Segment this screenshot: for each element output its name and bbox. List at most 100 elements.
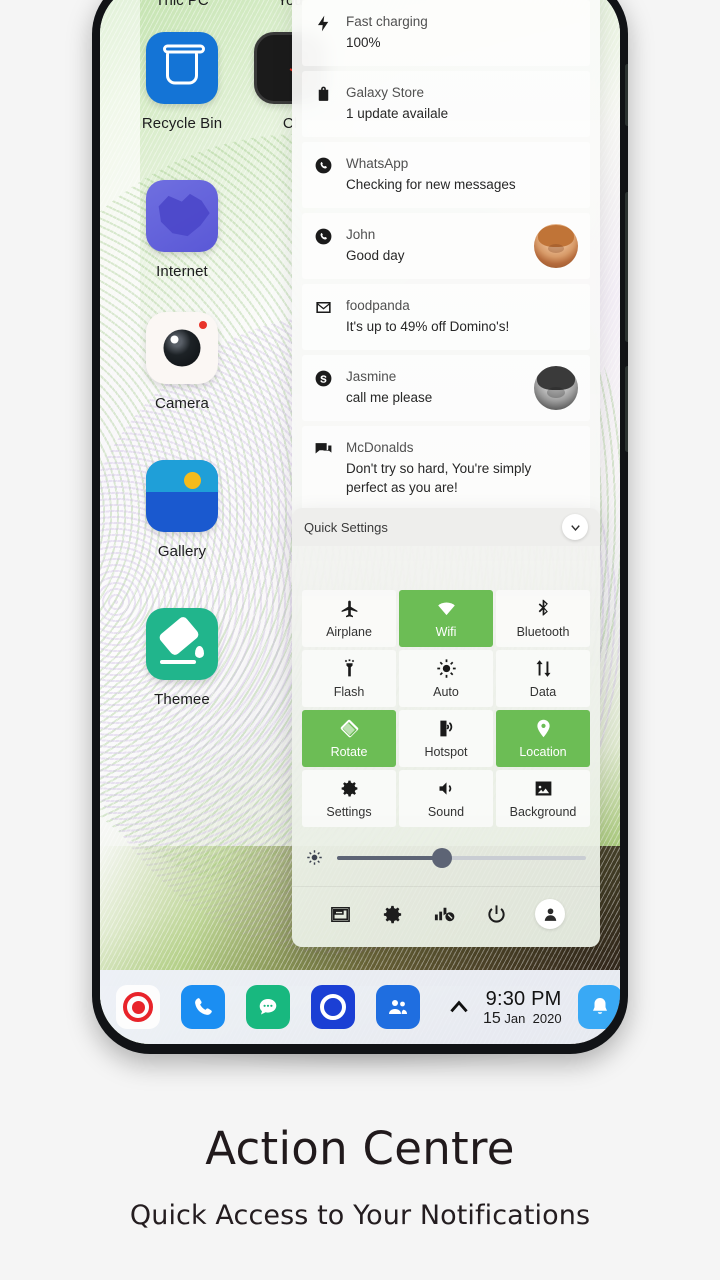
teams-icon[interactable] (376, 985, 420, 1029)
location-icon (533, 718, 554, 739)
quick-settings-title: Quick Settings (304, 519, 388, 535)
notification-item[interactable]: Galaxy Store 1 update availale (302, 71, 590, 137)
hotspot-icon (436, 718, 457, 739)
notification-shade: Fast charging 100% Galaxy Store 1 update… (292, 0, 600, 530)
notification-body: call me please (346, 390, 433, 405)
screen-cast-icon[interactable] (327, 901, 353, 927)
tile-location[interactable]: Location (496, 710, 590, 767)
tile-settings[interactable]: Settings (302, 770, 396, 827)
edge-icon[interactable] (311, 985, 355, 1029)
tile-flash[interactable]: Flash (302, 650, 396, 707)
taskbar-time: 9:30 PM (485, 987, 562, 1010)
tile-wifi[interactable]: Wifi (399, 590, 493, 647)
tile-bluetooth[interactable]: Bluetooth (496, 590, 590, 647)
notification-title: WhatsApp (346, 156, 409, 171)
phone-icon[interactable] (181, 985, 225, 1029)
brightness-auto-icon (436, 658, 457, 679)
whatsapp-icon (314, 156, 333, 175)
notification-title: foodpanda (346, 298, 410, 313)
tile-label: Wifi (435, 625, 457, 639)
notification-title: Galaxy Store (346, 85, 425, 100)
tile-sound[interactable]: Sound (399, 770, 493, 827)
tile-hotspot[interactable]: Hotspot (399, 710, 493, 767)
network-off-icon[interactable] (431, 901, 457, 927)
taskbar-date-day: 15 (483, 1009, 501, 1027)
whatsapp-icon (314, 227, 333, 246)
camera-icon (146, 312, 218, 384)
chevron-down-icon[interactable] (562, 514, 588, 540)
recycle-bin-icon (146, 32, 218, 104)
notification-item[interactable]: McDonalds Don't try so hard, You're simp… (302, 426, 590, 511)
notification-body: 100% (346, 35, 381, 50)
quick-settings-tile-grid: Airplane Wifi Bluetooth Flash Auto Data … (292, 546, 600, 827)
brightness-slider-row (292, 827, 600, 886)
tile-label: Data (529, 685, 557, 699)
tile-data[interactable]: Data (496, 650, 590, 707)
user-icon[interactable] (535, 899, 565, 929)
tile-label: Bluetooth (516, 625, 570, 639)
phone-device-frame: Thic PC Recycle Bin Internet Camera Gall… (92, 0, 628, 1054)
image-icon (533, 778, 554, 799)
brightness-slider-thumb[interactable] (431, 847, 452, 868)
record-icon[interactable] (116, 985, 160, 1029)
bell-icon[interactable] (577, 985, 620, 1029)
wifi-icon (436, 598, 457, 619)
internet-icon (146, 180, 218, 252)
desktop-icon-gallery[interactable]: Gallery (100, 460, 272, 560)
notification-title: McDonalds (346, 440, 414, 455)
taskbar-clock[interactable]: 9:30 PM 15 Jan 2020 (483, 988, 562, 1027)
brightness-slider-fill (337, 855, 442, 860)
tile-label: Hotspot (424, 745, 468, 759)
phone-side-button-bottom[interactable] (625, 366, 628, 452)
quick-settings-header: Quick Settings (292, 508, 600, 546)
notification-item[interactable]: WhatsApp Checking for new messages (302, 142, 590, 208)
gear-icon[interactable] (379, 901, 405, 927)
tile-label: Settings (326, 805, 372, 819)
avatar (534, 224, 578, 268)
quick-settings-panel: Quick Settings Airplane Wifi Bluetooth F… (292, 508, 600, 947)
gallery-icon (146, 460, 218, 532)
tile-label: Location (519, 745, 567, 759)
notification-item[interactable]: foodpanda It's up to 49% off Domino's! (302, 284, 590, 350)
taskbar: 9:30 PM 15 Jan 2020 (100, 970, 620, 1044)
phone-side-button-middle[interactable] (625, 192, 628, 342)
tile-label: Sound (427, 805, 465, 819)
brightness-icon (306, 849, 323, 866)
phone-side-button-top[interactable] (625, 64, 628, 126)
tile-label: Rotate (330, 745, 368, 759)
desktop-icon-internet[interactable]: Internet (100, 180, 272, 280)
notification-item[interactable]: Fast charging 100% (302, 0, 590, 66)
taskbar-date-year: 2020 (532, 1010, 562, 1026)
flashlight-icon (339, 658, 360, 679)
message-icon[interactable] (246, 985, 290, 1029)
page-subtitle: Quick Access to Your Notifications (129, 1200, 591, 1231)
sound-icon (436, 778, 457, 799)
tile-background[interactable]: Background (496, 770, 590, 827)
desktop-icon-label: Internet (156, 263, 208, 280)
data-icon (533, 658, 554, 679)
power-icon[interactable] (483, 901, 509, 927)
chevron-up-icon[interactable] (441, 994, 477, 1020)
gmail-icon (314, 298, 333, 317)
tile-airplane[interactable]: Airplane (302, 590, 396, 647)
desktop-icon-camera[interactable]: Camera (100, 312, 272, 412)
rotate-icon (339, 718, 360, 739)
phone-screen: Thic PC Recycle Bin Internet Camera Gall… (100, 0, 620, 1044)
quick-settings-action-bar (292, 886, 600, 947)
skype-icon (314, 369, 333, 388)
brightness-slider[interactable] (337, 847, 586, 868)
tile-label: Background (509, 805, 577, 819)
bag-icon (314, 85, 333, 104)
notification-title: Fast charging (346, 14, 428, 29)
desktop-icon-themee[interactable]: Themee (100, 608, 272, 708)
notification-item[interactable]: John Good day (302, 213, 590, 279)
tile-auto[interactable]: Auto (399, 650, 493, 707)
promo-screenshot: Thic PC Recycle Bin Internet Camera Gall… (0, 0, 720, 1280)
notification-item[interactable]: Jasmine call me please (302, 355, 590, 421)
tile-label: Auto (433, 685, 459, 699)
notification-body: Good day (346, 248, 405, 263)
tile-label: Flash (333, 685, 365, 699)
notification-body: It's up to 49% off Domino's! (346, 319, 510, 334)
tile-rotate[interactable]: Rotate (302, 710, 396, 767)
chat-icon (314, 440, 333, 459)
